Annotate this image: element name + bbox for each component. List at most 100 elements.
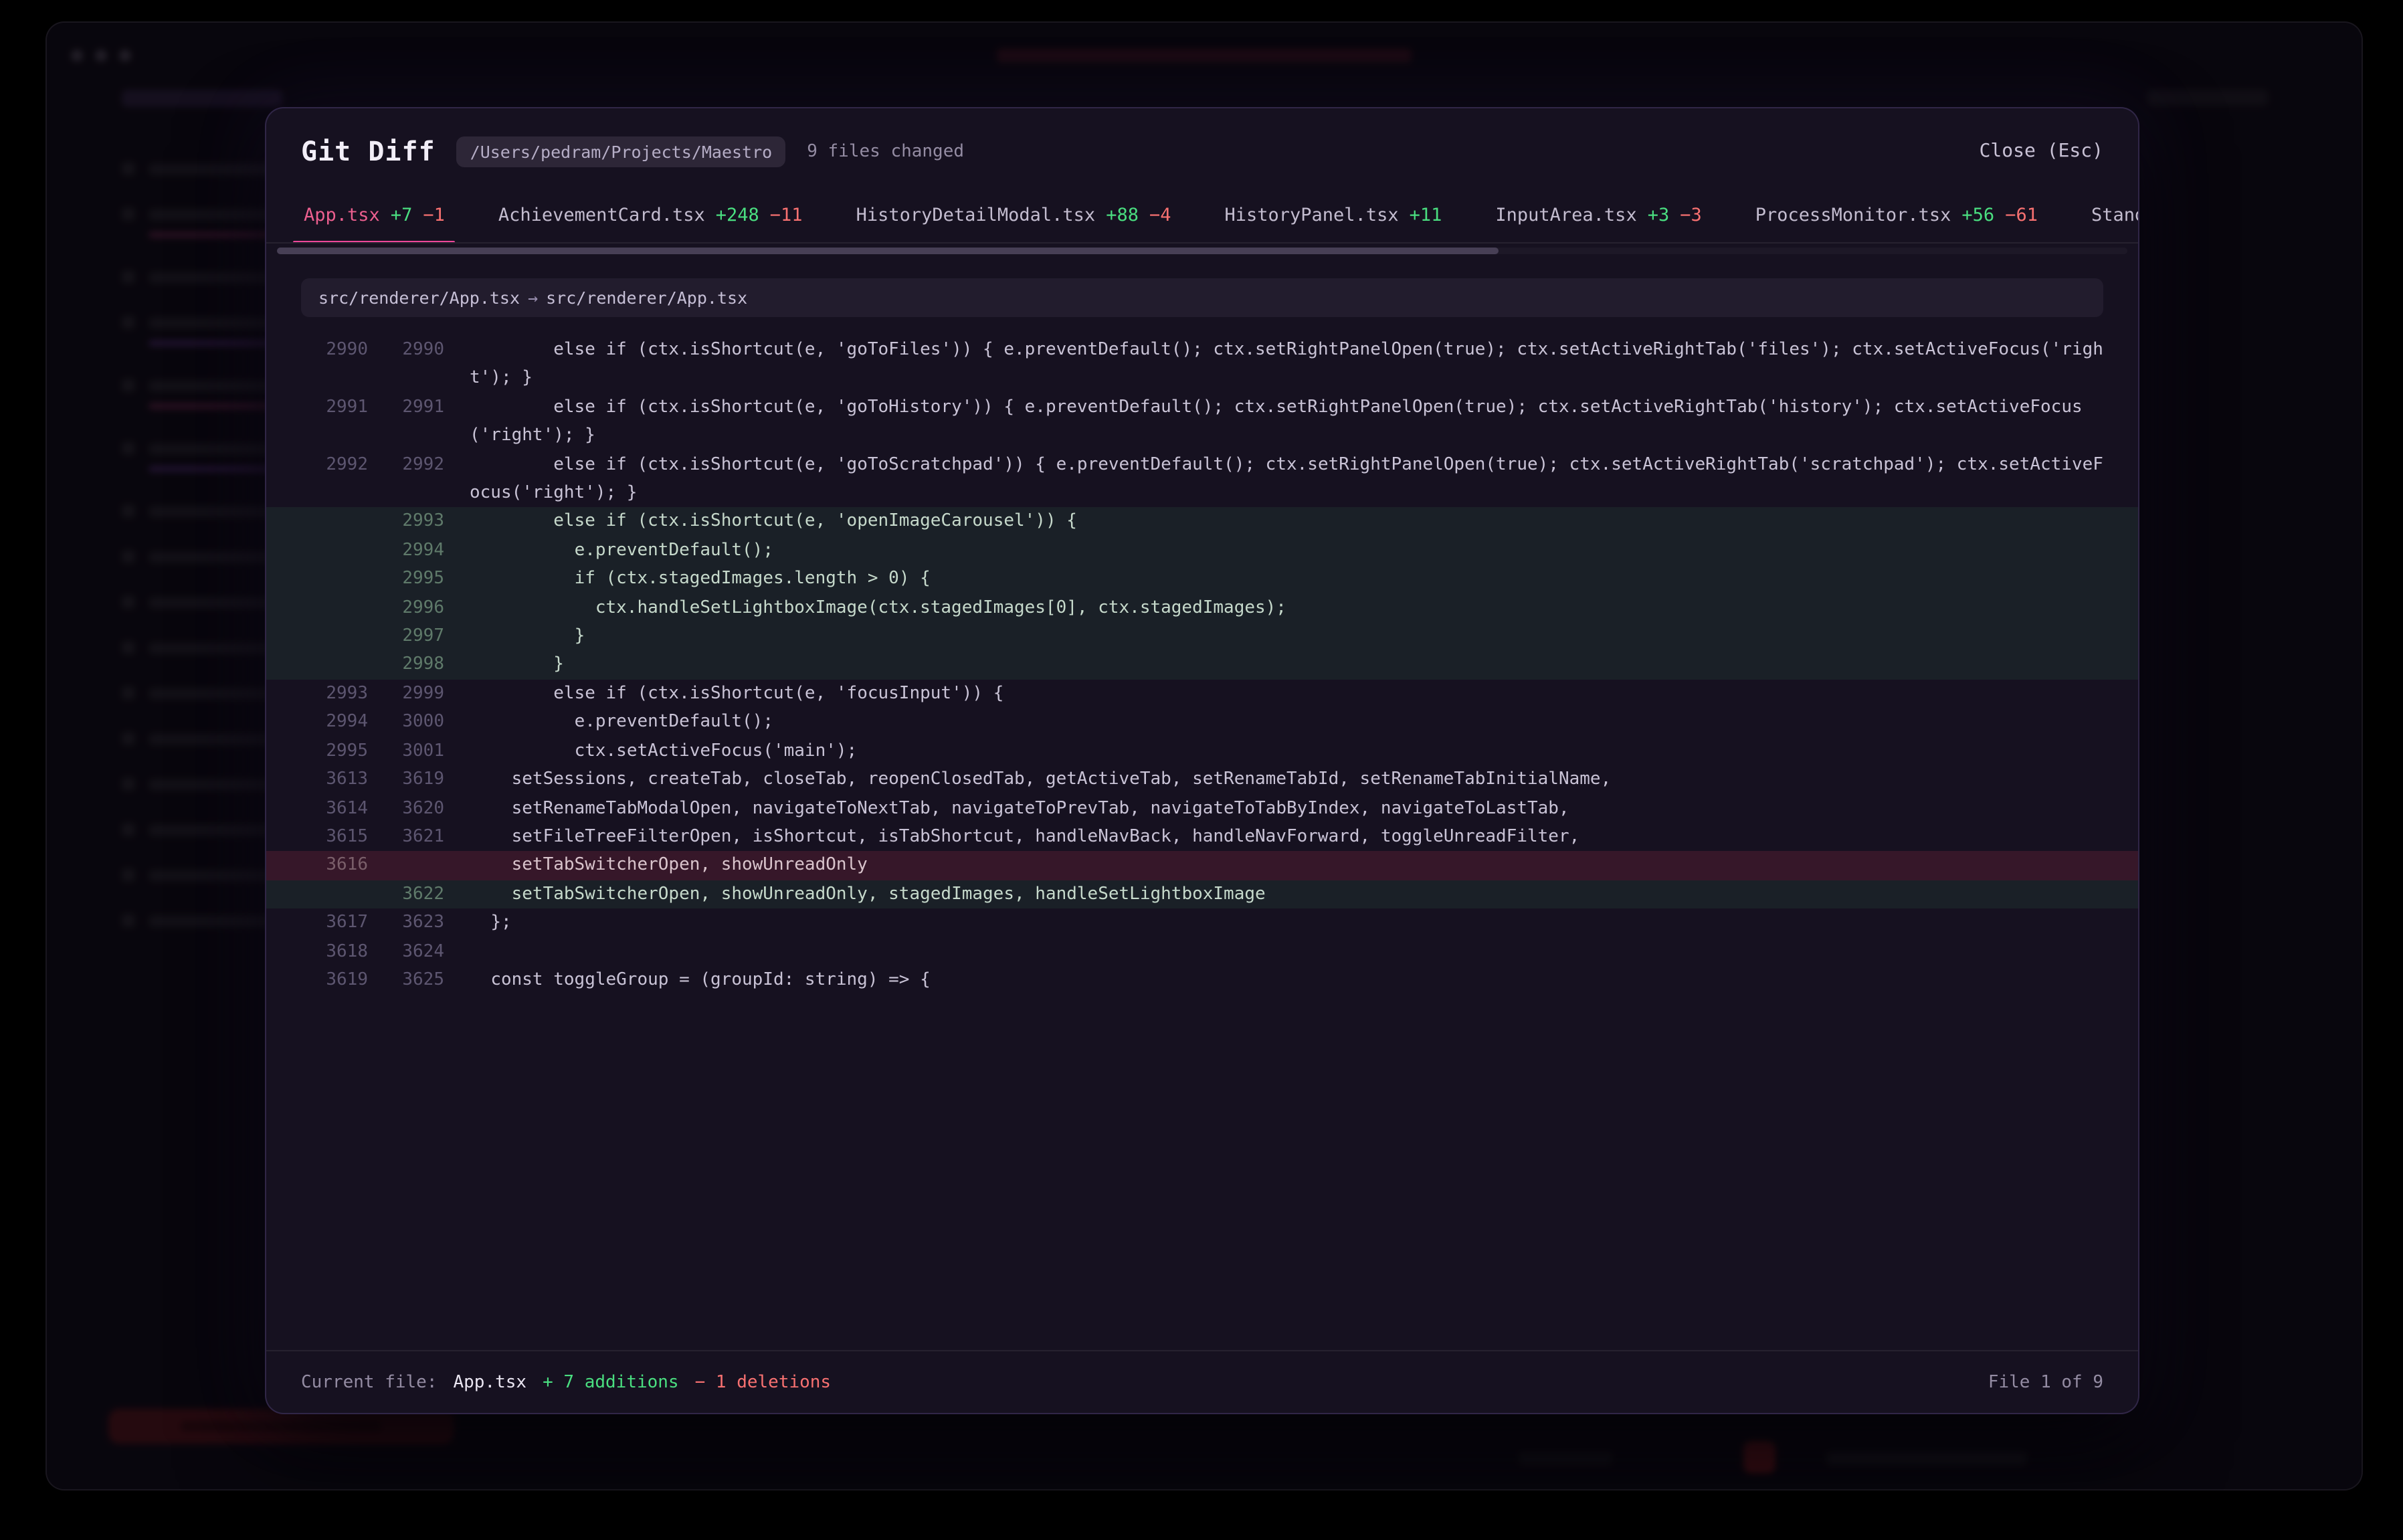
diff-code: else if (ctx.isShortcut(e, 'goToScratchp…	[470, 450, 2103, 508]
tabs-scrollbar-track[interactable]	[277, 248, 2127, 254]
modal-footer: Current file: App.tsx + 7 additions − 1 …	[266, 1350, 2138, 1413]
diff-line: 2998 }	[266, 651, 2138, 680]
old-line-number	[301, 508, 368, 537]
repo-path-badge: /Users/pedram/Projects/Maestro	[457, 136, 786, 167]
tab-file-name: ProcessMonitor.tsx	[1755, 205, 1951, 226]
old-line-number: 3617	[301, 908, 368, 937]
diff-file-tab[interactable]: Stand	[2064, 189, 2138, 242]
diff-code: setSessions, createTab, closeTab, reopen…	[470, 765, 2103, 794]
diff-file-tab[interactable]: HistoryDetailModal.tsx+88−4	[830, 189, 1198, 242]
old-line-number: 2991	[301, 393, 368, 451]
tab-deletions-count: −1	[423, 205, 445, 226]
diff-code: setTabSwitcherOpen, showUnreadOnly	[470, 852, 2103, 880]
old-line-number	[301, 880, 368, 908]
new-line-number: 3622	[377, 880, 444, 908]
diff-line: 36153621 setFileTreeFilterOpen, isShortc…	[266, 823, 2138, 852]
diff-line: 29943000 e.preventDefault();	[266, 708, 2138, 737]
diff-line: 29953001 ctx.setActiveFocus('main');	[266, 737, 2138, 765]
tab-file-name: Stand	[2091, 205, 2138, 226]
tab-deletions-count: −11	[770, 205, 803, 226]
modal-title: Git Diff	[301, 135, 436, 167]
tab-additions-count: +88	[1106, 205, 1139, 226]
new-line-number: 2994	[377, 537, 444, 565]
diff-file-tab[interactable]: AchievementCard.tsx +248 −11	[472, 189, 830, 242]
new-line-number: 2998	[377, 651, 444, 680]
tab-file-name: AchievementCard.tsx	[498, 205, 705, 226]
old-line-number: 3618	[301, 937, 368, 966]
diff-code: e.preventDefault();	[470, 708, 2103, 737]
diff-line: 2996 ctx.handleSetLightboxImage(ctx.stag…	[266, 593, 2138, 622]
new-line-number: 3625	[377, 966, 444, 995]
tab-file-name: HistoryPanel.tsx	[1225, 205, 1399, 226]
tab-deletions-count: −61	[2005, 205, 2038, 226]
diff-file-tab[interactable]: HistoryPanel.tsx +11	[1198, 189, 1469, 242]
diff-line: 3622 setTabSwitcherOpen, showUnreadOnly,…	[266, 880, 2138, 908]
diff-code: else if (ctx.isShortcut(e, 'goToFiles'))…	[470, 336, 2103, 393]
new-line-number: 3623	[377, 908, 444, 937]
tab-additions-count: +11	[1410, 205, 1442, 226]
diff-line: 29912991 else if (ctx.isShortcut(e, 'goT…	[266, 393, 2138, 451]
diff-code: else if (ctx.isShortcut(e, 'focusInput')…	[470, 680, 2103, 708]
new-line-number: 2992	[377, 450, 444, 508]
new-line-number: 2997	[377, 622, 444, 651]
arrow-icon: →	[520, 288, 546, 308]
old-line-number: 3615	[301, 823, 368, 852]
tab-additions-count: +3	[1648, 205, 1670, 226]
close-button[interactable]: Close (Esc)	[1980, 140, 2103, 162]
diff-line: 3618 3624	[266, 937, 2138, 966]
file-path-from: src/renderer/App.tsx	[318, 288, 520, 308]
footer-summary: Current file: App.tsx + 7 additions − 1 …	[301, 1372, 831, 1392]
diff-code	[470, 937, 2103, 966]
files-changed-count: 9 files changed	[807, 141, 964, 161]
diff-line: 2997 }	[266, 622, 2138, 651]
diff-line: 29922992 else if (ctx.isShortcut(e, 'goT…	[266, 450, 2138, 508]
new-line-number: 2990	[377, 336, 444, 393]
new-line-number: 2999	[377, 680, 444, 708]
diff-line: 29932999 else if (ctx.isShortcut(e, 'foc…	[266, 680, 2138, 708]
diff-file-tab[interactable]: App.tsx+7−1	[277, 189, 472, 242]
new-line-number: 3000	[377, 708, 444, 737]
old-line-number	[301, 593, 368, 622]
diff-line: 3616 setTabSwitcherOpen, showUnreadOnly	[266, 852, 2138, 880]
new-line-number: 2995	[377, 565, 444, 594]
diff-code: }	[470, 651, 2103, 680]
old-line-number	[301, 565, 368, 594]
tabs-scrollbar-thumb[interactable]	[277, 248, 1499, 254]
tab-additions-count: +248	[716, 205, 759, 226]
diff-code: }	[470, 622, 2103, 651]
diff-code: else if (ctx.isShortcut(e, 'goToHistory'…	[470, 393, 2103, 451]
new-line-number: 3619	[377, 765, 444, 794]
modal-header: Git Diff /Users/pedram/Projects/Maestro …	[266, 108, 2138, 189]
old-line-number: 3619	[301, 966, 368, 995]
old-line-number: 3614	[301, 794, 368, 823]
diff-code: };	[470, 908, 2103, 937]
new-line-number: 3620	[377, 794, 444, 823]
diff-line: 3617 3623 };	[266, 908, 2138, 937]
diff-code: ctx.handleSetLightboxImage(ctx.stagedIma…	[470, 593, 2103, 622]
old-line-number: 2995	[301, 737, 368, 765]
diff-code: if (ctx.stagedImages.length > 0) {	[470, 565, 2103, 594]
old-line-number: 2992	[301, 450, 368, 508]
diff-code: setRenameTabModalOpen, navigateToNextTab…	[470, 794, 2103, 823]
new-line-number	[377, 852, 444, 880]
tab-file-name: App.tsx	[304, 205, 380, 226]
tab-file-name: HistoryDetailModal.tsx	[856, 205, 1096, 226]
diff-line: 36193625 const toggleGroup = (groupId: s…	[266, 966, 2138, 995]
diff-line: 2994 e.preventDefault();	[266, 537, 2138, 565]
page-root: Git Diff /Users/pedram/Projects/Maestro …	[0, 0, 2403, 1540]
tab-additions-count: +56	[1961, 205, 1994, 226]
new-line-number: 3624	[377, 937, 444, 966]
diff-file-tab[interactable]: ProcessMonitor.tsx +56 −61	[1729, 189, 2064, 242]
diff-code: e.preventDefault();	[470, 537, 2103, 565]
diff-line: 2995 if (ctx.stagedImages.length > 0) {	[266, 565, 2138, 594]
diff-line: 2993 else if (ctx.isShortcut(e, 'openIma…	[266, 508, 2138, 537]
diff-file-tab[interactable]: InputArea.tsx+3−3	[1468, 189, 1728, 242]
deletions-summary: − 1 deletions	[695, 1372, 832, 1392]
file-page-indicator: File 1 of 9	[1988, 1372, 2103, 1392]
new-line-number: 2991	[377, 393, 444, 451]
old-line-number	[301, 622, 368, 651]
old-line-number: 3613	[301, 765, 368, 794]
old-line-number: 2990	[301, 336, 368, 393]
new-line-number: 2996	[377, 593, 444, 622]
old-line-number: 3616	[301, 852, 368, 880]
